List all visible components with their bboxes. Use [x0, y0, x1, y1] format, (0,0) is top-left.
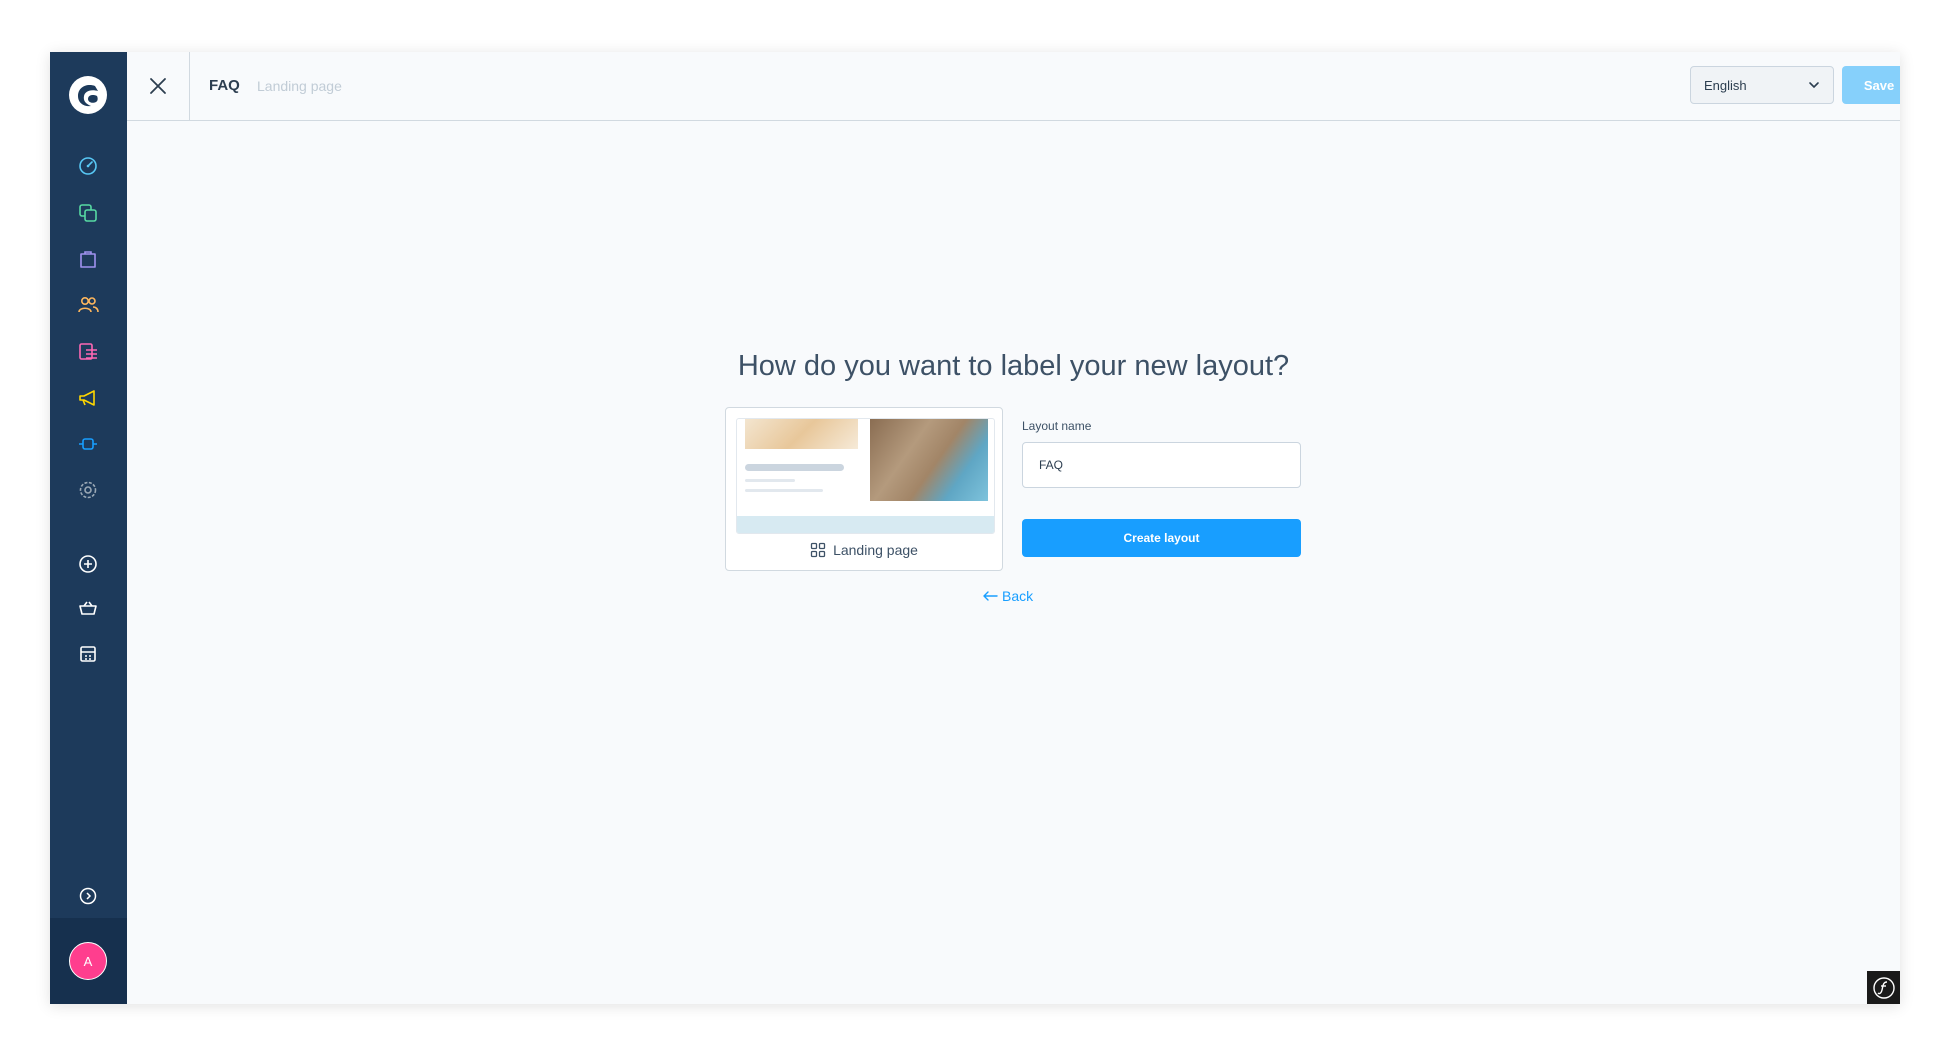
- preview-text-block: [745, 464, 844, 471]
- page-title: FAQ: [209, 77, 240, 94]
- settings-icon[interactable]: [75, 477, 101, 503]
- page-subtitle: Landing page: [257, 78, 342, 94]
- layout-type-label-row: Landing page: [726, 542, 1002, 558]
- layout-name-label: Layout name: [1022, 419, 1092, 433]
- close-button[interactable]: [127, 52, 190, 120]
- sidebar: A: [50, 52, 127, 1004]
- orders-icon[interactable]: [75, 246, 101, 272]
- layout-name-input[interactable]: [1022, 442, 1301, 488]
- content-icon[interactable]: [75, 339, 101, 365]
- layout-preview-image: [736, 418, 995, 534]
- create-layout-button[interactable]: Create layout: [1022, 519, 1301, 557]
- dashboard-icon[interactable]: [75, 153, 101, 179]
- collapse-menu-icon[interactable]: [75, 883, 101, 909]
- back-label: Back: [1002, 588, 1034, 604]
- avatar[interactable]: A: [69, 942, 107, 980]
- layout-type-label: Landing page: [833, 542, 918, 558]
- preview-image-block: [870, 419, 988, 501]
- language-value: English: [1704, 78, 1747, 93]
- shopware-logo[interactable]: [67, 74, 109, 116]
- language-select[interactable]: English: [1690, 66, 1834, 104]
- top-bar: FAQ Landing page English Save: [127, 52, 1900, 121]
- symfony-toolbar-icon[interactable]: [1867, 971, 1900, 1004]
- preview-text-block: [745, 489, 823, 492]
- sales-channel-storefront-icon[interactable]: [75, 641, 101, 667]
- save-button[interactable]: Save: [1842, 66, 1900, 104]
- back-link[interactable]: Back: [982, 588, 1033, 604]
- marketing-icon[interactable]: [75, 385, 101, 411]
- close-icon: [150, 78, 166, 94]
- arrow-left-icon: [983, 591, 998, 601]
- layout-type-card[interactable]: Landing page: [725, 407, 1003, 571]
- page-headline: How do you want to label your new layout…: [737, 350, 1290, 382]
- grid-icon: [810, 542, 826, 558]
- extensions-icon[interactable]: [75, 431, 101, 457]
- user-area: A: [50, 918, 127, 1004]
- chevron-down-icon: [1809, 82, 1819, 89]
- preview-footer-block: [737, 516, 994, 533]
- preview-text-block: [745, 479, 795, 482]
- add-icon[interactable]: [75, 551, 101, 577]
- preview-image-block: [745, 419, 858, 449]
- app-window: A FAQ Landing page English Save How do y…: [50, 52, 1900, 1004]
- catalogue-icon[interactable]: [75, 200, 101, 226]
- sales-channel-basket-icon[interactable]: [75, 595, 101, 621]
- customers-icon[interactable]: [75, 292, 101, 318]
